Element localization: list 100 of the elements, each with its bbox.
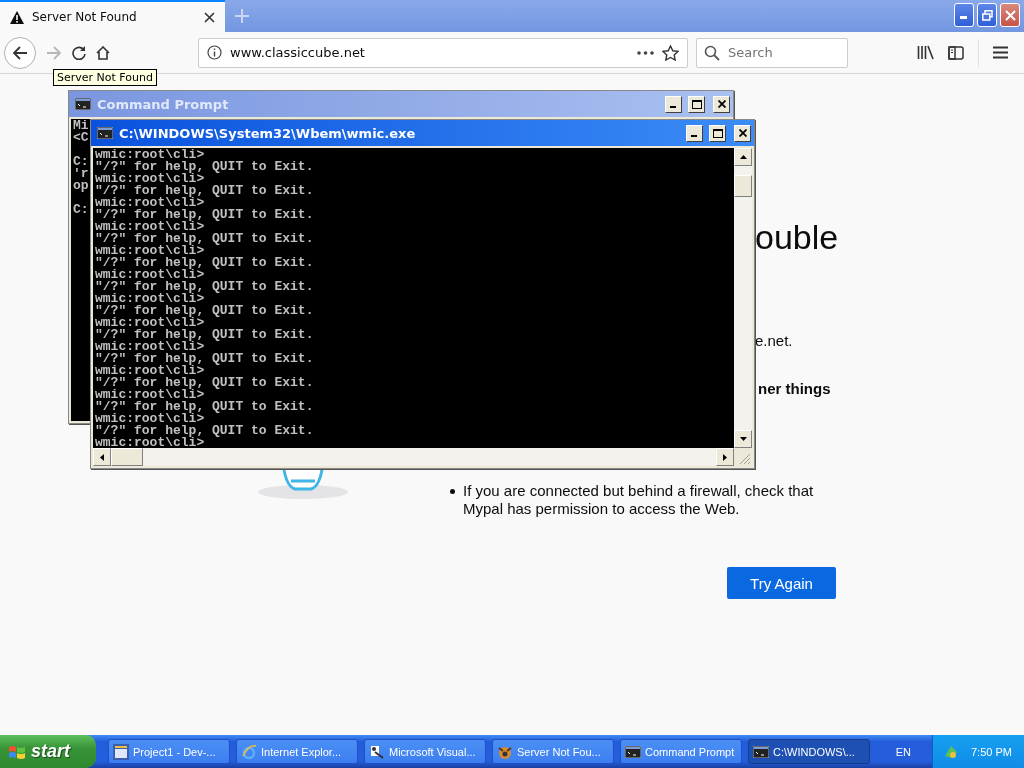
- star-icon[interactable]: [662, 44, 679, 61]
- sidebar-icon[interactable]: [948, 45, 964, 60]
- scroll-thumb[interactable]: [111, 448, 143, 466]
- up-arrow-icon: [739, 155, 747, 159]
- home-icon: [96, 45, 110, 60]
- console-line: "/?" for help, QUIT to Exit.: [95, 425, 314, 437]
- info-icon: [207, 45, 222, 60]
- close-icon: [1004, 9, 1016, 21]
- console-line: "/?" for help, QUIT to Exit.: [95, 305, 314, 317]
- scroll-right-button[interactable]: [716, 448, 734, 466]
- close-button[interactable]: [734, 124, 751, 142]
- console-line: "/?" for help, QUIT to Exit.: [95, 185, 314, 197]
- console-line: wmic:root\cli>: [95, 197, 205, 209]
- page-text: e.net.: [755, 332, 793, 349]
- window-title: C:\WINDOWS\System32\Wbem\wmic.exe: [119, 125, 417, 141]
- close-icon: [717, 100, 726, 108]
- console-line: "/?" for help, QUIT to Exit.: [95, 377, 314, 389]
- taskbar-button[interactable]: Internet Explor...: [236, 739, 358, 764]
- console-icon: [753, 745, 769, 758]
- close-icon: [738, 129, 747, 137]
- forward-arrow-icon: [46, 45, 62, 60]
- ide-icon: [113, 743, 129, 760]
- scroll-left-button[interactable]: [93, 448, 111, 466]
- console-line: wmic:root\cli>: [95, 293, 205, 305]
- scroll-up-button[interactable]: [734, 148, 752, 166]
- minimize-button[interactable]: [686, 124, 703, 142]
- globe-icon: [241, 743, 257, 760]
- restore-button[interactable]: [977, 3, 997, 27]
- right-arrow-icon: [723, 453, 727, 461]
- clock: 7:50 PM: [971, 745, 1012, 758]
- console-line: 'r: [73, 168, 89, 180]
- console-line: <C: [73, 132, 89, 144]
- console-line: wmic:root\cli>: [95, 341, 205, 353]
- bullet-icon: [450, 489, 455, 494]
- left-arrow-icon: [100, 453, 104, 461]
- console-line: wmic:root\cli>: [95, 365, 205, 377]
- tooltip: Server Not Found: [53, 69, 157, 86]
- maximize-icon: [712, 128, 723, 138]
- console-line: "/?" for help, QUIT to Exit.: [95, 401, 314, 413]
- console-icon: [97, 127, 113, 139]
- close-icon[interactable]: [204, 11, 215, 23]
- start-button[interactable]: start: [0, 735, 96, 768]
- console-line: wmic:root\cli>: [95, 149, 205, 161]
- reload-button[interactable]: [72, 45, 86, 60]
- home-button[interactable]: [96, 45, 110, 60]
- library-icon[interactable]: [917, 45, 934, 60]
- taskbar-button[interactable]: Server Not Fou...: [492, 739, 614, 764]
- console-line: wmic:root\cli>: [95, 317, 205, 329]
- console-line: wmic:root\cli>: [95, 413, 205, 425]
- console-line: "/?" for help, QUIT to Exit.: [95, 209, 314, 221]
- console-line: wmic:root\cli>: [95, 389, 205, 401]
- console-line: "/?" for help, QUIT to Exit.: [95, 233, 314, 245]
- console-icon: [625, 745, 641, 758]
- page-heading: ouble: [755, 217, 839, 257]
- console-icon: [75, 98, 91, 110]
- maximize-icon: [691, 99, 702, 109]
- console-line: "/?" for help, QUIT to Exit.: [95, 161, 314, 173]
- console-line: wmic:root\cli>: [95, 269, 205, 281]
- restore-icon: [981, 9, 993, 21]
- address-bar[interactable]: www.classiccube.net: [198, 37, 688, 68]
- window-title: Command Prompt: [97, 96, 230, 112]
- search-icon: [704, 44, 720, 61]
- minimize-button[interactable]: [665, 95, 682, 113]
- scroll-thumb[interactable]: [734, 175, 752, 197]
- url-text: www.classiccube.net: [230, 45, 366, 60]
- taskbar-button[interactable]: Command Prompt: [620, 739, 742, 764]
- browser-tab[interactable]: Server Not Found: [0, 0, 225, 32]
- section-heading: ner things: [758, 380, 831, 397]
- console-line: "/?" for help, QUIT to Exit.: [95, 353, 314, 365]
- console-line: wmic:root\cli>: [95, 221, 205, 233]
- more-icon[interactable]: [637, 50, 654, 55]
- tools-icon: [369, 743, 385, 760]
- language-indicator[interactable]: EN: [895, 745, 911, 758]
- back-button[interactable]: [4, 36, 36, 69]
- taskbar-button[interactable]: C:\WINDOWS\...: [748, 739, 870, 764]
- console-line: "/?" for help, QUIT to Exit.: [95, 281, 314, 293]
- windows-flag-icon: [8, 743, 26, 760]
- reload-icon: [72, 45, 86, 60]
- console-line: wmic:root\cli>: [95, 245, 205, 257]
- warning-icon: [10, 10, 24, 24]
- maximize-button[interactable]: [709, 124, 726, 142]
- console-line: "/?" for help, QUIT to Exit.: [95, 257, 314, 269]
- console-line: C:: [73, 204, 89, 216]
- console-line: op: [73, 180, 89, 192]
- bullet-text: If you are connected but behind a firewall, check that Mypal has permission to access the Web.: [463, 482, 815, 518]
- console-line: wmic:root\cli>: [95, 173, 205, 185]
- console-line: wmic:root\cli>: [95, 437, 205, 448]
- console-line: Mi: [73, 120, 89, 132]
- search-field[interactable]: Search: [696, 37, 848, 68]
- back-arrow-icon: [12, 45, 28, 60]
- try-again-button[interactable]: Try Again: [727, 567, 836, 599]
- console-line: "/?" for help, QUIT to Exit.: [95, 329, 314, 341]
- taskbar-button[interactable]: Microsoft Visual...: [364, 739, 486, 764]
- console-line: C:: [73, 156, 89, 168]
- scroll-down-button[interactable]: [734, 430, 752, 448]
- menu-icon[interactable]: [993, 46, 1008, 59]
- maximize-button[interactable]: [688, 95, 705, 113]
- taskbar-button[interactable]: Project1 - Dev-...: [108, 739, 230, 764]
- close-button[interactable]: [713, 95, 730, 113]
- down-arrow-icon: [739, 437, 747, 441]
